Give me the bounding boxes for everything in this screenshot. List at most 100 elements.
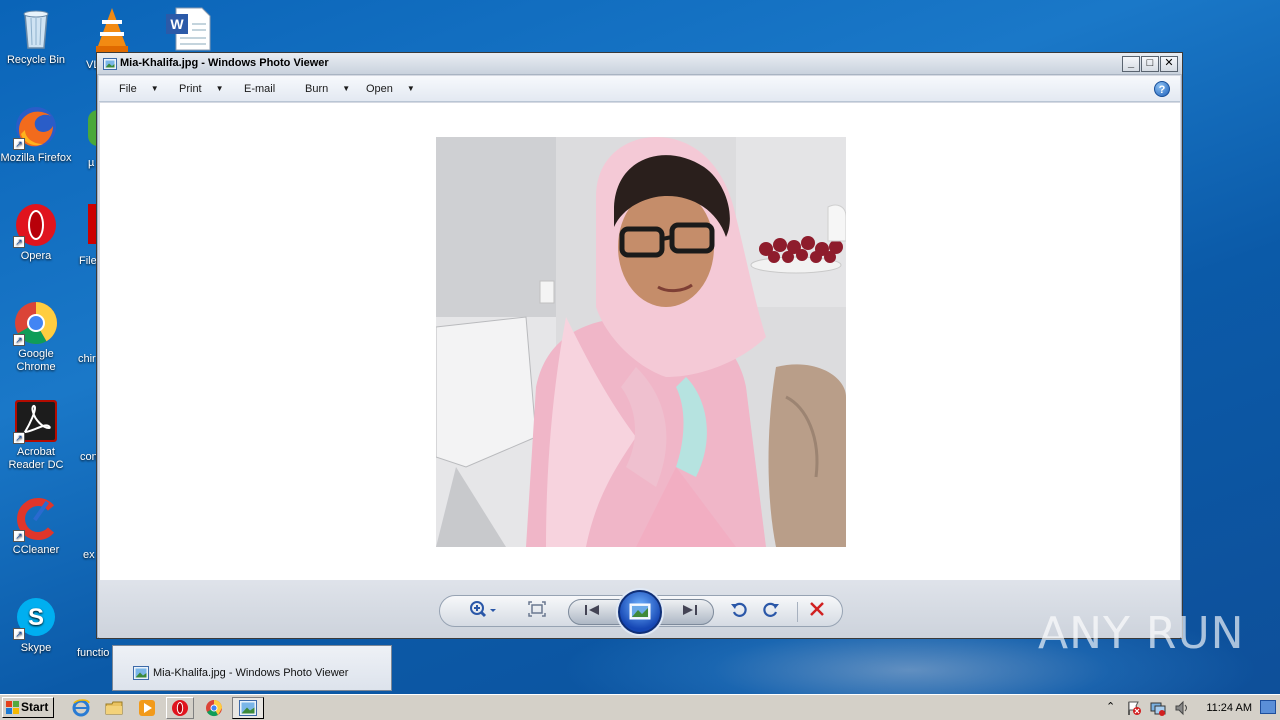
internet-explorer-icon[interactable] bbox=[72, 699, 90, 717]
desktop-icon-acrobat[interactable]: ↗ Acrobat Reader DC bbox=[0, 398, 72, 472]
media-player-icon[interactable] bbox=[138, 699, 156, 717]
slideshow-button[interactable] bbox=[618, 590, 662, 634]
desktop-icon-label: Google Chrome bbox=[16, 348, 56, 373]
image-viewport[interactable] bbox=[100, 103, 1180, 580]
displayed-photo bbox=[436, 137, 846, 547]
desktop-icon-skype[interactable]: S ↗ Skype bbox=[0, 594, 72, 655]
menu-print[interactable]: Print ▼ bbox=[179, 83, 224, 95]
taskbar: Start ⌃ 11:24 AM bbox=[0, 694, 1280, 720]
photo-viewer-app-icon bbox=[103, 58, 117, 70]
firefox-icon: ↗ bbox=[13, 104, 59, 150]
taskbar-window-preview[interactable]: Mia-Khalifa.jpg - Windows Photo Viewer bbox=[112, 645, 392, 691]
window-controls: _ □ ✕ bbox=[1122, 56, 1178, 72]
close-button[interactable]: ✕ bbox=[1160, 56, 1178, 72]
chevron-down-icon: ▼ bbox=[215, 84, 224, 93]
photo-viewer-app-icon bbox=[239, 700, 257, 716]
clock[interactable]: 11:24 AM bbox=[1206, 702, 1252, 714]
show-desktop-icon[interactable] bbox=[1260, 700, 1276, 714]
desktop-icon-vlc[interactable] bbox=[92, 6, 132, 54]
menu-file[interactable]: File ▼ bbox=[119, 83, 159, 95]
window-title: Mia-Khalifa.jpg - Windows Photo Viewer bbox=[120, 57, 329, 69]
desktop-icon-firefox[interactable]: ↗ Mozilla Firefox bbox=[0, 104, 72, 165]
desktop-icon-label: CCleaner bbox=[12, 544, 60, 556]
minimize-button[interactable]: _ bbox=[1122, 56, 1140, 72]
shortcut-arrow-icon: ↗ bbox=[13, 432, 25, 444]
opera-icon bbox=[172, 700, 188, 716]
photo-viewer-app-icon bbox=[133, 666, 149, 680]
rotate-clockwise-button[interactable] bbox=[758, 600, 784, 624]
chrome-icon[interactable] bbox=[205, 699, 223, 717]
acrobat-icon: ↗ bbox=[13, 398, 59, 444]
playback-toolbar bbox=[99, 580, 1180, 638]
maximize-button[interactable]: □ bbox=[1141, 56, 1159, 72]
desktop-icon-label: functio bbox=[77, 647, 110, 659]
desktop-icon-opera[interactable]: ↗ Opera bbox=[0, 202, 72, 263]
chevron-down-icon: ▼ bbox=[342, 84, 351, 93]
menu-open[interactable]: Open ▼ bbox=[366, 83, 415, 95]
svg-text:S: S bbox=[28, 604, 44, 631]
previous-icon bbox=[585, 605, 599, 615]
desktop-icon-label: Skype bbox=[20, 642, 52, 654]
rotate-clockwise-icon bbox=[763, 602, 779, 617]
desktop-icon-chrome[interactable]: ↗ Google Chrome bbox=[0, 300, 72, 374]
slideshow-icon bbox=[629, 603, 651, 620]
menu-email[interactable]: E-mail bbox=[244, 83, 275, 95]
help-icon[interactable]: ? bbox=[1154, 81, 1170, 97]
desktop-icon-label: Acrobat Reader DC bbox=[8, 446, 64, 471]
taskbar-photo-viewer-button[interactable] bbox=[232, 697, 264, 719]
preview-title: Mia-Khalifa.jpg - Windows Photo Viewer bbox=[153, 667, 349, 679]
desktop-icon-recycle-bin[interactable]: Recycle Bin bbox=[0, 6, 72, 67]
word-document-icon: W bbox=[166, 7, 211, 51]
next-icon bbox=[683, 605, 697, 615]
rotate-counterclockwise-icon bbox=[731, 602, 747, 617]
vlc-icon bbox=[96, 8, 128, 52]
menu-print-label: Print bbox=[179, 83, 202, 95]
skype-icon: S ↗ bbox=[13, 594, 59, 640]
desktop-icon-ccleaner[interactable]: ↗ CCleaner bbox=[0, 496, 72, 557]
desktop-icon-word[interactable]: W bbox=[164, 6, 212, 52]
rotate-counterclockwise-button[interactable] bbox=[726, 600, 752, 624]
shortcut-arrow-icon: ↗ bbox=[13, 530, 25, 542]
next-button[interactable] bbox=[677, 600, 703, 624]
delete-icon bbox=[810, 602, 824, 616]
shortcut-arrow-icon: ↗ bbox=[13, 334, 25, 346]
volume-icon[interactable] bbox=[1174, 700, 1190, 716]
start-label: Start bbox=[21, 700, 49, 714]
menu-burn-label: Burn bbox=[305, 83, 329, 95]
shortcut-arrow-icon: ↗ bbox=[13, 138, 25, 150]
menu-file-label: File bbox=[119, 83, 137, 95]
toolbar-divider bbox=[797, 602, 798, 622]
system-tray: ⌃ 11:24 AM bbox=[1104, 697, 1276, 719]
menu-burn[interactable]: Burn ▼ bbox=[305, 83, 350, 95]
file-explorer-icon[interactable] bbox=[105, 699, 123, 717]
start-button[interactable]: Start bbox=[2, 697, 54, 718]
photo-illustration bbox=[436, 137, 846, 547]
ccleaner-icon: ↗ bbox=[13, 496, 59, 542]
window-titlebar[interactable]: Mia-Khalifa.jpg - Windows Photo Viewer _… bbox=[97, 53, 1182, 75]
previous-button[interactable] bbox=[579, 600, 605, 624]
zoom-button[interactable] bbox=[466, 600, 500, 624]
desktop-icon-label: Mozilla Firefox bbox=[0, 152, 72, 164]
chevron-down-icon: ▼ bbox=[150, 84, 159, 93]
opera-icon: ↗ bbox=[13, 202, 59, 248]
delete-button[interactable] bbox=[804, 600, 830, 624]
windows-logo-icon bbox=[6, 701, 19, 714]
menu-open-label: Open bbox=[366, 83, 393, 95]
action-center-flag-icon[interactable] bbox=[1126, 700, 1142, 716]
photo-viewer-window[interactable]: Mia-Khalifa.jpg - Windows Photo Viewer _… bbox=[96, 52, 1183, 639]
menu-email-label: E-mail bbox=[244, 83, 276, 95]
network-icon[interactable] bbox=[1150, 700, 1166, 716]
chrome-icon: ↗ bbox=[13, 300, 59, 346]
svg-text:W: W bbox=[170, 16, 184, 32]
desktop-icon-label: Opera bbox=[20, 250, 52, 262]
anyrun-watermark: ANY RUN bbox=[1038, 608, 1245, 659]
actual-size-icon bbox=[528, 601, 546, 617]
show-hidden-icons-icon[interactable]: ⌃ bbox=[1106, 700, 1115, 713]
menu-bar: File ▼ Print ▼ E-mail Burn ▼ Open ▼ ? bbox=[99, 76, 1180, 102]
actual-size-button[interactable] bbox=[524, 600, 550, 624]
shortcut-arrow-icon: ↗ bbox=[13, 628, 25, 640]
taskbar-opera-button[interactable] bbox=[166, 697, 194, 719]
desktop-icon-label: Recycle Bin bbox=[6, 54, 66, 66]
zoom-icon bbox=[470, 601, 496, 618]
recycle-bin-icon bbox=[13, 6, 59, 52]
